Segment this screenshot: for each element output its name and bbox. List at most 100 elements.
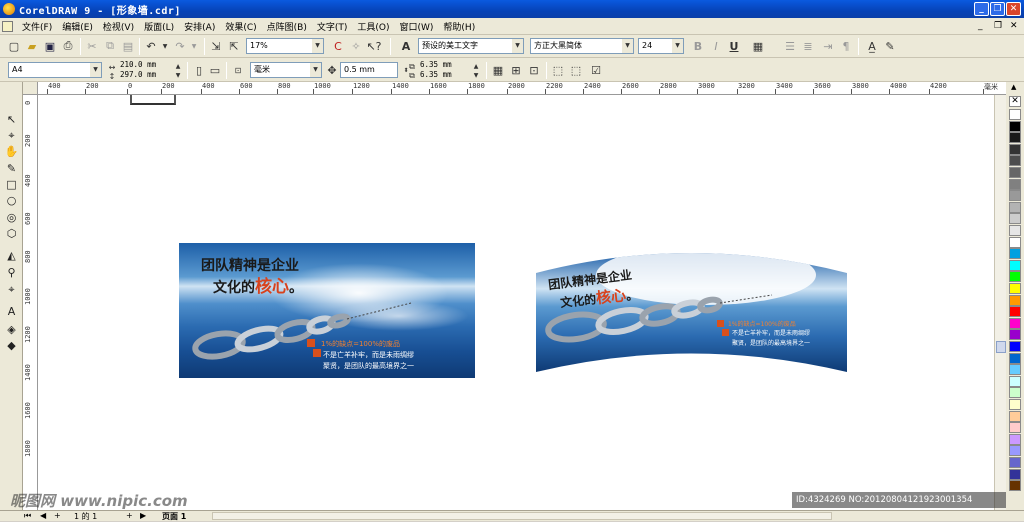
- print-icon[interactable]: ⎙: [60, 38, 76, 54]
- color-swatch[interactable]: [1009, 167, 1021, 178]
- text-tool-icon[interactable]: A: [4, 304, 19, 319]
- undo-dropdown-icon[interactable]: ▼: [157, 38, 173, 54]
- color-swatch[interactable]: [1009, 306, 1021, 318]
- horizontal-ruler[interactable]: 400 200 0 200 400 600 800 1000 1200 1400…: [38, 82, 1006, 95]
- artwork-curved[interactable]: 团队精神是企业 文化的核心。 1%的缺点=100%的废品 不是亡羊补牢，而是未雨…: [536, 245, 847, 373]
- menu-text[interactable]: 文字(T): [312, 20, 353, 33]
- vertical-scrollbar[interactable]: [994, 95, 1006, 510]
- spin-down-icon[interactable]: ▼: [170, 67, 186, 83]
- launcher-icon[interactable]: C: [330, 38, 346, 54]
- save-icon[interactable]: ▣: [42, 38, 58, 54]
- shape-tool-icon[interactable]: ⌖: [4, 128, 19, 143]
- outline-tool-icon[interactable]: ⌖: [4, 282, 19, 297]
- menu-edit[interactable]: 编辑(E): [57, 20, 98, 33]
- doc-close-button[interactable]: ✕: [1010, 21, 1018, 31]
- chevron-down-icon[interactable]: ▼: [672, 39, 683, 53]
- paragraph-icon[interactable]: ¶: [838, 38, 854, 54]
- color-swatch[interactable]: [1009, 387, 1021, 399]
- color-swatch[interactable]: [1009, 213, 1021, 225]
- color-swatch[interactable]: [1009, 132, 1021, 144]
- bullet-icon[interactable]: ☰: [782, 38, 798, 54]
- color-swatch[interactable]: [1009, 352, 1021, 364]
- restore-button[interactable]: ❐: [990, 2, 1005, 16]
- export-icon[interactable]: ⇱: [226, 38, 242, 54]
- prev-page-icon[interactable]: ◀: [40, 511, 46, 520]
- copy-icon[interactable]: ⧉: [102, 38, 118, 54]
- open-icon[interactable]: ▰: [24, 38, 40, 54]
- color-swatch[interactable]: [1009, 457, 1021, 468]
- treat-as-filled-icon[interactable]: ⬚: [550, 62, 566, 78]
- menu-arrange[interactable]: 安排(A): [179, 20, 220, 33]
- menu-view[interactable]: 检视(V): [98, 20, 139, 33]
- color-swatch[interactable]: [1009, 143, 1021, 155]
- landscape-icon[interactable]: ▭: [207, 62, 223, 78]
- color-swatch[interactable]: [1009, 201, 1021, 213]
- menu-file[interactable]: 文件(F): [17, 20, 57, 33]
- page-height-field[interactable]: 297.0 mm: [120, 70, 156, 79]
- menu-bitmaps[interactable]: 点阵图(B): [262, 20, 312, 33]
- artwork-flat[interactable]: 团队精神是企业 文化的核心。 1%的缺点=100%的废品 不是亡羊补牢，而是未雨…: [179, 243, 475, 378]
- color-swatch[interactable]: [1009, 399, 1021, 410]
- edit-text-icon[interactable]: ✎: [882, 38, 898, 54]
- color-swatch[interactable]: [1009, 248, 1021, 260]
- doc-minimize-button[interactable]: _: [978, 21, 983, 31]
- duplicate-x-field[interactable]: 6.35 mm: [420, 60, 452, 69]
- indent-icon[interactable]: ⇥: [820, 38, 836, 54]
- chevron-down-icon[interactable]: ▼: [312, 39, 323, 53]
- spin-down-icon[interactable]: ▼: [468, 67, 484, 83]
- options-icon[interactable]: ☑: [588, 62, 604, 78]
- spiral-tool-icon[interactable]: ◎: [4, 210, 19, 225]
- fill-tool-icon[interactable]: ◈: [4, 322, 19, 337]
- chevron-down-icon[interactable]: ▼: [622, 39, 633, 53]
- paper-size-combo[interactable]: A4 ▼: [8, 62, 102, 78]
- color-swatch[interactable]: [1009, 468, 1021, 480]
- color-swatch[interactable]: [1009, 375, 1021, 387]
- text-tool-icon[interactable]: A: [398, 38, 414, 54]
- chevron-down-icon[interactable]: ▼: [90, 63, 101, 77]
- whats-this-icon[interactable]: ↖?: [366, 38, 382, 54]
- rectangle-tool-icon[interactable]: □: [4, 177, 19, 192]
- first-page-icon[interactable]: ⏮: [24, 511, 31, 521]
- color-swatch[interactable]: [1009, 120, 1021, 132]
- nudge-field[interactable]: 0.5 mm: [340, 62, 398, 78]
- drawing-canvas[interactable]: 团队精神是企业 文化的核心。 1%的缺点=100%的废品 不是亡羊补牢，而是未雨…: [38, 95, 994, 510]
- next-page-icon[interactable]: ▶: [140, 511, 146, 520]
- page-tab[interactable]: 页面 1: [162, 511, 186, 522]
- color-swatch[interactable]: [1009, 445, 1021, 457]
- format-text-icon[interactable]: A̲: [864, 38, 880, 54]
- add-page-after-icon[interactable]: +: [126, 511, 133, 520]
- color-swatch[interactable]: [1009, 480, 1021, 492]
- color-swatch[interactable]: [1009, 190, 1021, 202]
- interactive-fill-icon[interactable]: ◭: [4, 248, 19, 263]
- color-swatch[interactable]: [1009, 317, 1021, 329]
- color-swatch[interactable]: [1009, 236, 1021, 248]
- new-icon[interactable]: ▢: [6, 38, 22, 54]
- polygon-tool-icon[interactable]: ⬡: [4, 226, 19, 241]
- add-page-icon[interactable]: +: [54, 511, 61, 520]
- color-swatch[interactable]: [1009, 178, 1021, 190]
- color-swatch[interactable]: [1009, 410, 1021, 422]
- color-swatch[interactable]: [1009, 155, 1021, 167]
- text-style-combo[interactable]: 预设的美工文字 ▼: [418, 38, 524, 54]
- scroll-thumb[interactable]: [996, 341, 1006, 353]
- close-button[interactable]: ✕: [1006, 2, 1021, 16]
- drop-cap-icon[interactable]: ≣: [800, 38, 816, 54]
- color-swatch[interactable]: [1009, 283, 1021, 294]
- eyedropper-icon[interactable]: ⚲: [4, 265, 19, 280]
- menu-effects[interactable]: 效果(C): [220, 20, 261, 33]
- color-swatch[interactable]: [1009, 341, 1021, 352]
- font-size-combo[interactable]: 24 ▼: [638, 38, 684, 54]
- snap-objects-icon[interactable]: ⊡: [526, 62, 542, 78]
- paste-icon[interactable]: ▤: [120, 38, 136, 54]
- color-swatch[interactable]: [1009, 294, 1021, 306]
- menu-tools[interactable]: 工具(O): [352, 20, 394, 33]
- color-swatch[interactable]: [1009, 364, 1021, 376]
- color-swatch[interactable]: [1009, 329, 1021, 341]
- redo-dropdown-icon[interactable]: ▼: [186, 38, 202, 54]
- color-swatch[interactable]: [1009, 259, 1021, 271]
- interactive-fill2-icon[interactable]: ◆: [4, 338, 19, 353]
- menu-window[interactable]: 窗口(W): [395, 20, 439, 33]
- pick-tool-icon[interactable]: ↖: [4, 112, 19, 127]
- cut-icon[interactable]: ✂: [84, 38, 100, 54]
- vertical-ruler[interactable]: 0 200 400 600 800 1000 1200 1400 1600 18…: [23, 95, 38, 510]
